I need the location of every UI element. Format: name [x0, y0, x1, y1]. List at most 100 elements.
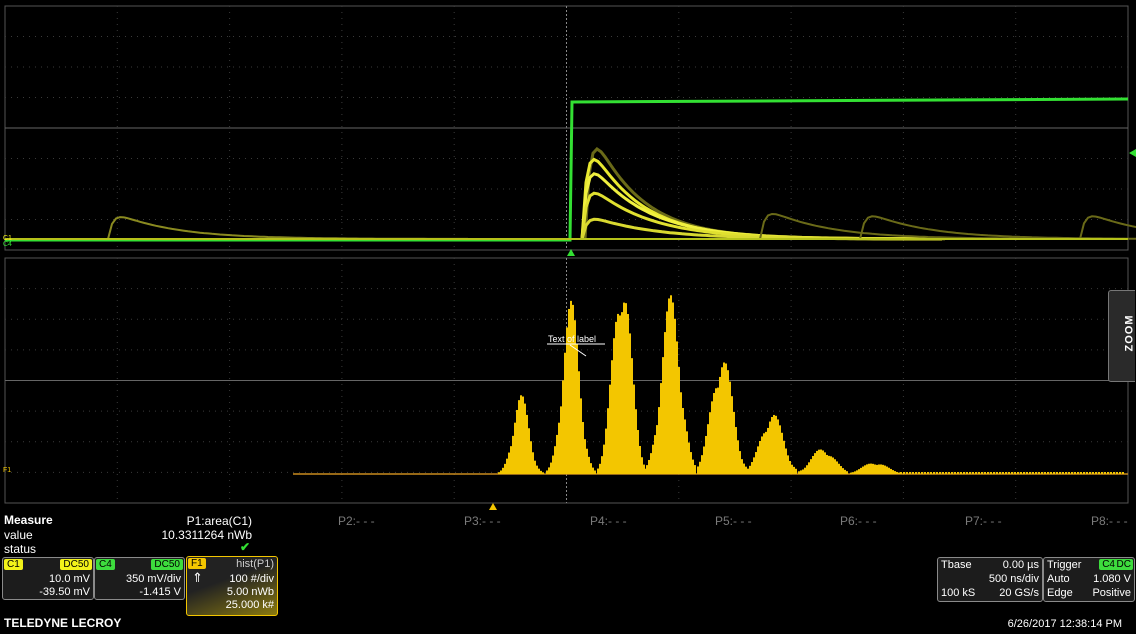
histogram-bar — [510, 446, 512, 474]
histogram-bar — [820, 449, 822, 474]
histogram-bar — [690, 452, 692, 474]
c1-trace — [107, 147, 1136, 241]
histogram-bar — [538, 468, 540, 474]
histogram-bar — [530, 441, 532, 474]
histogram-bar — [540, 470, 542, 474]
histogram-bar — [692, 459, 694, 474]
histogram-bar — [1020, 472, 1022, 474]
histogram-bar — [854, 471, 856, 474]
histogram-bar — [1029, 472, 1031, 474]
histogram-bar — [694, 465, 696, 474]
c1-descriptor[interactable]: C1 DC50 10.0 mV -39.50 mV — [2, 557, 94, 600]
trigger-descriptor[interactable]: Trigger C4 DC Auto 1.080 V Edge Positive — [1043, 557, 1135, 602]
zoom-tab[interactable]: ZOOM — [1108, 290, 1136, 382]
histogram-bar — [582, 422, 584, 474]
histogram-bar — [633, 384, 635, 474]
histogram-bar — [524, 403, 526, 474]
histogram-bar — [886, 466, 888, 474]
histogram-bar — [882, 464, 884, 474]
histogram-bar — [900, 472, 902, 474]
histogram-bar — [954, 472, 956, 474]
param-p4[interactable]: P4:- - - — [590, 514, 627, 528]
histogram-bar — [945, 472, 947, 474]
histogram-bar — [777, 419, 779, 474]
histogram-bar — [621, 312, 623, 474]
param-p3[interactable]: P3:- - - — [464, 514, 501, 528]
param-p8[interactable]: P8:- - - — [1091, 514, 1128, 528]
histogram-bar — [637, 430, 639, 474]
histogram-bar — [880, 464, 882, 474]
histogram-bar — [680, 392, 682, 474]
histogram-bar — [808, 462, 810, 474]
histogram-bar — [678, 367, 680, 474]
f1-marker-label: F1 — [3, 467, 11, 474]
histogram-bar — [850, 472, 852, 474]
histogram-bar — [707, 424, 709, 474]
f1-descriptor[interactable]: F1 hist(P1) ⇑ 100 #/div 5.00 nWb 25.000 … — [186, 556, 278, 616]
trigger-level-marker[interactable] — [1129, 149, 1136, 157]
c4-coupling: DC50 — [151, 559, 183, 570]
histogram-position-marker[interactable] — [489, 503, 497, 510]
histogram-bar — [769, 421, 771, 474]
histogram-bar — [1086, 472, 1088, 474]
histogram-bar — [506, 458, 508, 474]
param-p6[interactable]: P6:- - - — [840, 514, 877, 528]
c1-offset: -39.50 mV — [39, 586, 90, 598]
histogram-bar — [957, 472, 959, 474]
histogram-bar — [942, 472, 944, 474]
histogram-bar — [824, 452, 826, 474]
timebase-descriptor[interactable]: Tbase 0.00 µs 500 ns/div 100 kS 20 GS/s — [937, 557, 1043, 602]
histogram-bar — [729, 381, 731, 474]
histogram-bar — [1104, 472, 1106, 474]
measure-title[interactable]: Measure — [4, 513, 53, 527]
histogram-bar — [601, 456, 603, 474]
histogram-bar — [771, 416, 773, 474]
annotation-label[interactable]: Text of label — [548, 334, 596, 344]
histogram-bar — [789, 461, 791, 474]
histogram-bar — [996, 472, 998, 474]
histogram-bar — [906, 472, 908, 474]
param-p5[interactable]: P5:- - - — [715, 514, 752, 528]
histogram-bar — [832, 457, 834, 474]
param-p7[interactable]: P7:- - - — [965, 514, 1002, 528]
trigger-slope: Positive — [1092, 587, 1131, 599]
c4-offset: -1.415 V — [139, 586, 181, 598]
histogram-bar — [755, 452, 757, 474]
histogram-bar — [1011, 472, 1013, 474]
trigger-level: 1.080 V — [1093, 573, 1131, 585]
histogram-bar — [703, 446, 705, 474]
param-p2[interactable]: P2:- - - — [338, 514, 375, 528]
histogram-bar — [918, 472, 920, 474]
histogram-bar — [767, 427, 769, 474]
histogram-bar — [682, 407, 684, 474]
histogram-bar — [791, 464, 793, 474]
timebase-delay: 0.00 µs — [1002, 559, 1039, 571]
histogram-bar — [963, 472, 965, 474]
histogram-bar — [725, 363, 727, 474]
histogram-bar — [550, 462, 552, 474]
histogram-bar — [802, 469, 804, 474]
histogram-bar — [1065, 472, 1067, 474]
histogram-bar — [890, 468, 892, 474]
histogram-bar — [747, 468, 749, 474]
histogram-bar — [1026, 472, 1028, 474]
histogram-bar — [779, 425, 781, 474]
histogram-bar — [822, 450, 824, 474]
histogram-bar — [775, 415, 777, 474]
c4-descriptor[interactable]: C4 DC50 350 mV/div -1.415 V — [94, 557, 185, 600]
f1-function: hist(P1) — [236, 558, 274, 570]
histogram-bar — [643, 464, 645, 474]
c1-vdiv: 10.0 mV — [49, 573, 90, 585]
histogram-bar — [1101, 472, 1103, 474]
histogram-bar — [1107, 472, 1109, 474]
histogram-bar — [658, 407, 660, 474]
histogram-bar — [576, 343, 578, 474]
p1-header[interactable]: P1:area(C1) — [150, 514, 252, 528]
trigger-label: Trigger — [1047, 559, 1082, 571]
timebase-tdiv: 500 ns/div — [988, 573, 1039, 585]
histogram-bar — [1032, 472, 1034, 474]
histogram-bar — [1035, 472, 1037, 474]
p1-status-check-icon: ✔ — [240, 540, 251, 554]
histogram-bar — [763, 433, 765, 474]
histogram-bar — [1053, 472, 1055, 474]
